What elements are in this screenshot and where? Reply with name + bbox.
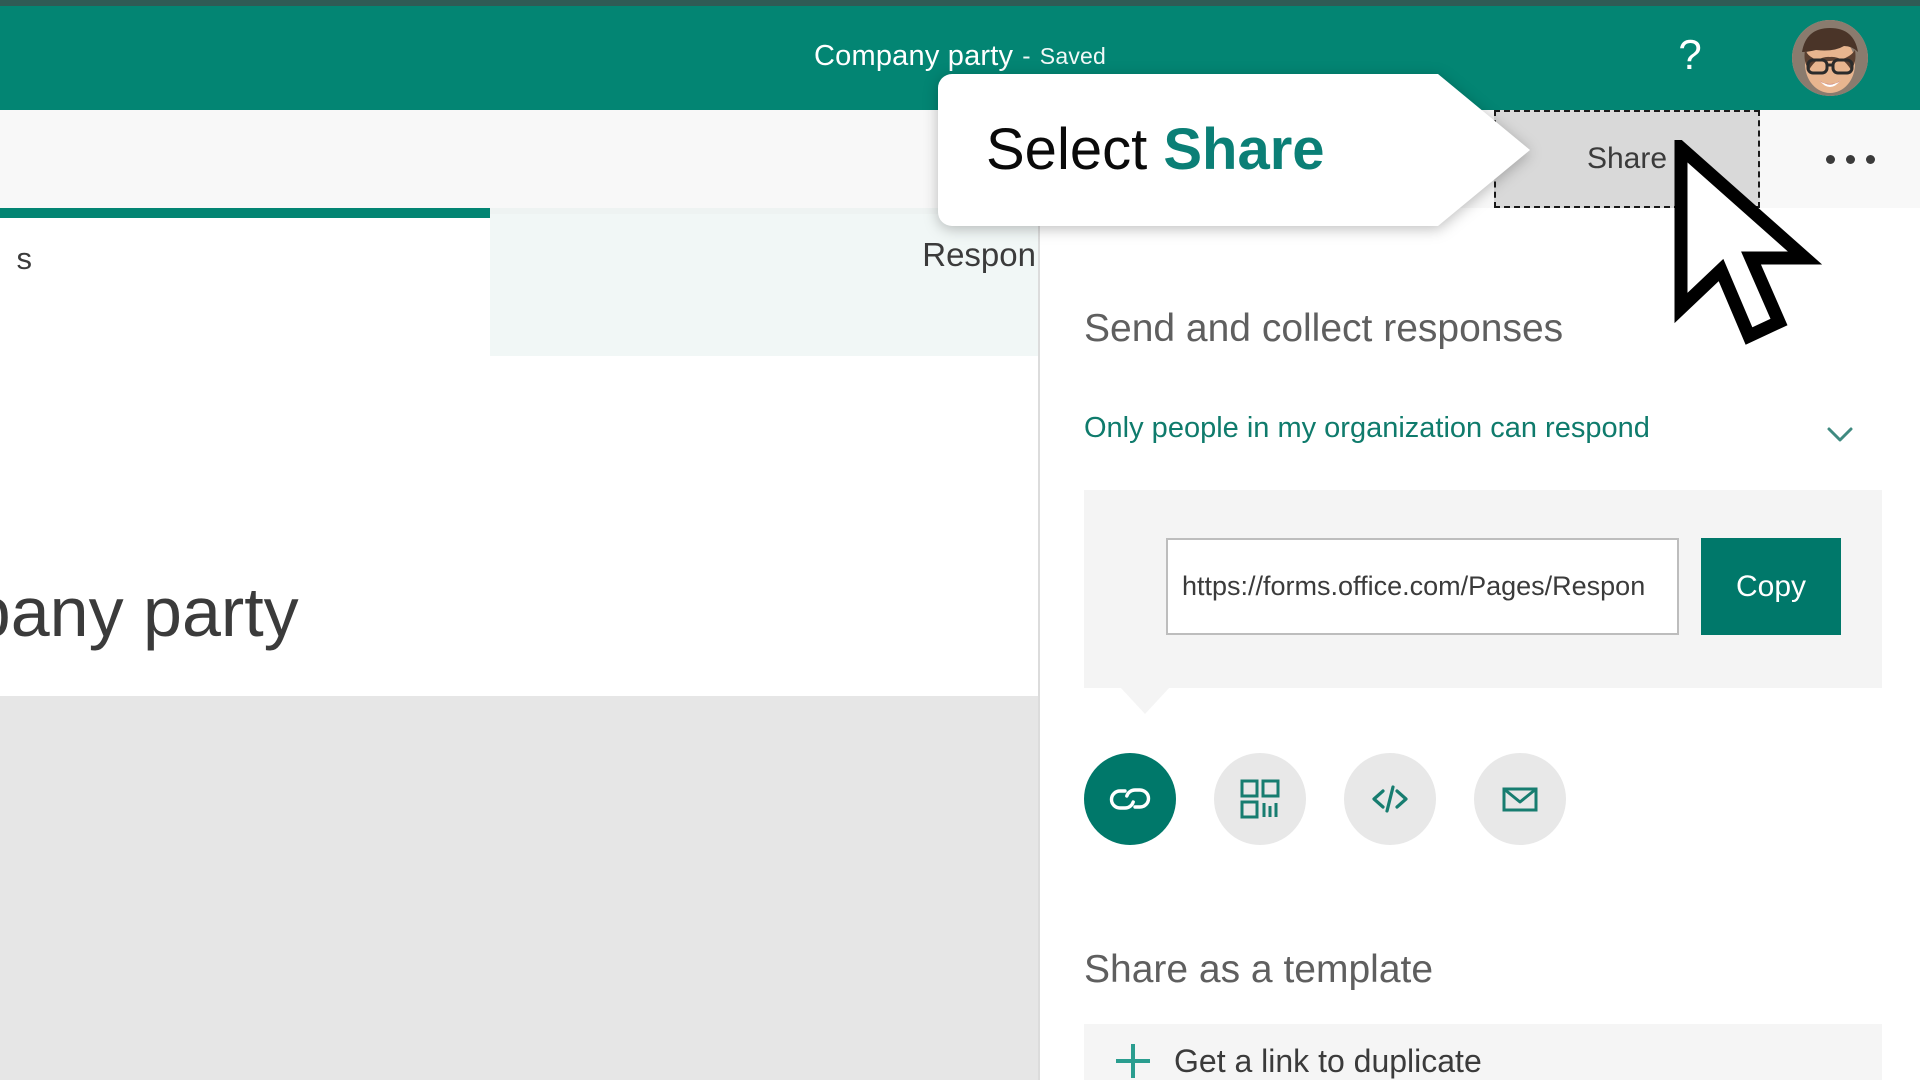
share-method-qrcode[interactable] (1214, 753, 1306, 845)
share-link-input[interactable]: https://forms.office.com/Pages/Respon (1166, 538, 1679, 635)
share-link-value: https://forms.office.com/Pages/Respon (1182, 571, 1646, 601)
callout-body: Select Share (938, 74, 1530, 226)
copy-button[interactable]: Copy (1701, 538, 1841, 635)
form-title-canvas[interactable]: Company party (0, 572, 299, 652)
audience-selected-value: Only people in my organization can respo… (1084, 412, 1650, 444)
instruction-callout: Select Share (938, 74, 1530, 226)
get-link-to-duplicate-button[interactable]: Get a link to duplicate (1084, 1024, 1882, 1080)
audience-selector[interactable]: Only people in my organization can respo… (1084, 412, 1880, 462)
email-icon (1502, 787, 1538, 812)
link-box-pointer (1120, 687, 1170, 714)
tab-questions-label: s (16, 241, 33, 276)
more-options-button[interactable] (1780, 110, 1920, 208)
copy-button-label: Copy (1735, 569, 1807, 603)
share-button[interactable]: Share (1494, 110, 1760, 208)
share-panel: Send and collect responses Only people i… (1040, 208, 1920, 1080)
avatar-image (1792, 20, 1868, 96)
saved-status: Saved (1039, 42, 1106, 69)
callout-text-accent: Share (1163, 117, 1325, 182)
form-banner (0, 696, 1038, 1080)
callout-text: Select Share (986, 121, 1325, 179)
app-root: Company party - Saved ? Share any party … (0, 0, 1920, 1080)
link-share-box: https://forms.office.com/Pages/Respon Co… (1084, 490, 1882, 688)
ellipsis-dot (1845, 154, 1855, 164)
share-method-email[interactable] (1474, 753, 1566, 845)
help-icon[interactable]: ? (1658, 6, 1722, 104)
share-method-row (1084, 745, 1882, 853)
share-button-label: Share (1586, 142, 1668, 175)
share-panel-heading: Send and collect responses (1084, 307, 1564, 350)
embed-code-icon (1372, 785, 1408, 813)
chevron-down-icon[interactable] (1822, 416, 1858, 452)
avatar[interactable] (1792, 20, 1868, 96)
tab-responses-label: Respon (922, 236, 1036, 273)
callout-text-plain: Select (986, 117, 1148, 182)
plus-icon (1116, 1044, 1150, 1078)
share-method-embed[interactable] (1344, 753, 1436, 845)
qr-code-icon (1240, 779, 1280, 819)
share-method-link[interactable] (1084, 753, 1176, 845)
title-separator: - (1022, 41, 1031, 70)
tab-questions[interactable]: s (0, 218, 33, 300)
get-link-to-duplicate-label: Get a link to duplicate (1174, 1042, 1482, 1079)
link-icon (1109, 788, 1151, 810)
ellipsis-dot (1825, 154, 1835, 164)
share-template-heading: Share as a template (1084, 948, 1434, 991)
ellipsis-dot (1865, 154, 1875, 164)
tab-responses[interactable]: Respon (490, 214, 1038, 356)
form-title-header: Company party (814, 39, 1014, 72)
tab-questions-indicator (0, 208, 490, 218)
